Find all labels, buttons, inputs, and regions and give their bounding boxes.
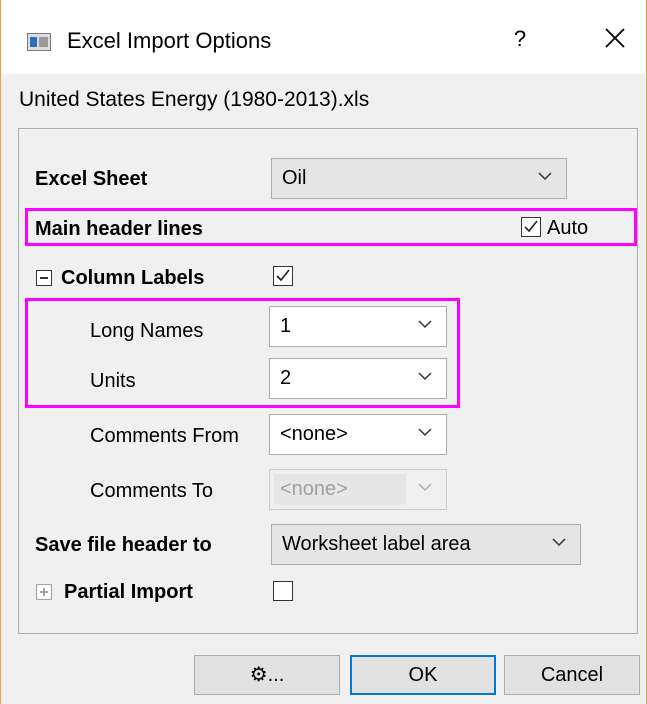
partial-import-label: Partial Import [64,581,193,603]
column-labels-label: Column Labels [61,267,205,289]
long-names-select[interactable]: 1 [269,306,447,347]
save-header-select[interactable]: Worksheet label area [271,524,581,565]
chevron-down-icon [552,538,566,547]
excel-sheet-label: Excel Sheet [35,168,148,190]
chevron-down-icon [418,320,432,329]
file-name-label: United States Energy (1980-2013).xls [19,88,370,111]
units-label: Units [90,370,136,392]
close-button[interactable] [602,22,628,55]
help-button[interactable]: ? [510,26,530,52]
auto-label: Auto [547,217,589,239]
save-header-label: Save file header to [35,534,212,556]
settings-button[interactable]: ⚙... [194,655,340,695]
ok-button[interactable]: OK [350,655,496,695]
dialog-title: Excel Import Options [67,28,272,53]
expand-icon[interactable] [36,584,52,600]
save-header-value: Worksheet label area [282,533,471,555]
units-select[interactable]: 2 [269,358,447,399]
main-header-label: Main header lines [35,218,203,240]
long-names-label: Long Names [90,320,204,342]
comments-to-value: <none> [274,474,406,505]
partial-import-checkbox[interactable] [273,581,293,601]
dialog-window: Excel Import Options ? United States Ene… [0,0,647,704]
checkmark-icon [524,220,538,233]
long-names-value: 1 [280,315,292,337]
checkmark-icon [276,269,290,282]
app-icon [27,33,51,51]
cancel-button[interactable]: Cancel [504,655,640,695]
auto-checkbox[interactable] [521,217,541,237]
column-labels-checkbox[interactable] [273,266,293,286]
chevron-down-icon [418,483,432,492]
chevron-down-icon [418,428,432,437]
comments-from-label: Comments From [90,425,239,447]
excel-sheet-select[interactable]: Oil [271,158,567,199]
comments-to-label: Comments To [90,480,214,502]
excel-sheet-value: Oil [282,167,307,189]
chevron-down-icon [538,172,552,181]
comments-from-select[interactable]: <none> [269,414,447,455]
chevron-down-icon [418,372,432,381]
comments-to-select: <none> [269,469,447,510]
units-value: 2 [280,367,292,389]
collapse-icon[interactable] [36,270,52,286]
title-bar[interactable]: Excel Import Options ? [1,0,646,74]
comments-from-value: <none> [280,423,348,445]
close-icon [605,28,625,48]
